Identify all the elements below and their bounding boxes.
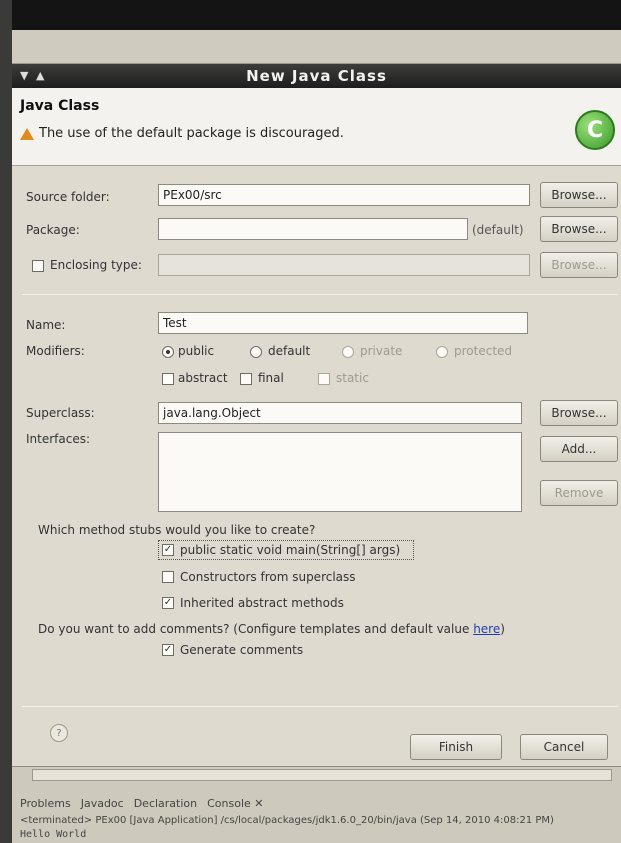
tab-declaration[interactable]: Declaration xyxy=(134,797,197,810)
superclass-input[interactable]: java.lang.Object xyxy=(158,402,522,424)
inherited-methods-label: Inherited abstract methods xyxy=(180,596,344,610)
inherited-methods-checkbox[interactable]: ✓ xyxy=(162,597,174,609)
warning-icon xyxy=(20,127,34,140)
comments-question-tail: ) xyxy=(500,622,505,636)
cancel-button[interactable]: Cancel xyxy=(520,734,608,760)
package-input[interactable] xyxy=(158,218,468,240)
enclosing-type-checkbox[interactable] xyxy=(32,260,44,272)
abstract-checkbox[interactable] xyxy=(162,373,174,385)
interfaces-add-button[interactable]: Add... xyxy=(540,436,618,462)
console-output: Hello World xyxy=(20,829,87,840)
warning-message: The use of the default package is discou… xyxy=(20,126,344,141)
modifier-private-label: private xyxy=(360,344,403,358)
banner-title: Java Class xyxy=(20,98,100,114)
top-bezel xyxy=(0,0,621,30)
static-label: static xyxy=(336,371,369,385)
enclosing-type-input[interactable] xyxy=(158,254,530,276)
interfaces-label: Interfaces: xyxy=(26,432,91,446)
console-header: <terminated> PEx00 [Java Application] /c… xyxy=(20,815,554,826)
superclass-label: Superclass: xyxy=(26,406,95,420)
dialog-title: New Java Class xyxy=(246,67,387,85)
modifier-default-radio[interactable] xyxy=(250,346,262,358)
generate-comments-label: Generate comments xyxy=(180,643,304,657)
configure-templates-link[interactable]: here xyxy=(473,622,500,636)
comments-question: Do you want to add comments? (Configure … xyxy=(38,622,505,636)
warning-text: The use of the default package is discou… xyxy=(39,126,344,141)
horizontal-scrollbar[interactable] xyxy=(32,769,612,781)
main-method-checkbox[interactable]: ✓ xyxy=(162,544,174,556)
modifier-private-radio[interactable] xyxy=(342,346,354,358)
name-label: Name: xyxy=(26,318,66,332)
separator xyxy=(22,294,618,295)
comments-question-text: Do you want to add comments? (Configure … xyxy=(38,622,474,636)
dialog-banner: Java Class The use of the default packag… xyxy=(12,88,621,166)
final-label: final xyxy=(258,371,284,385)
package-browse-button[interactable]: Browse... xyxy=(540,216,618,242)
constructors-checkbox[interactable] xyxy=(162,571,174,583)
superclass-browse-button[interactable]: Browse... xyxy=(540,400,618,426)
interfaces-list[interactable] xyxy=(158,432,522,512)
view-tabs: Problems Javadoc Declaration Console ✕ xyxy=(20,797,264,810)
generate-comments-checkbox[interactable]: ✓ xyxy=(162,644,174,656)
abstract-label: abstract xyxy=(178,371,228,385)
modifier-default-label: default xyxy=(268,344,311,358)
footer-separator xyxy=(22,706,618,707)
modifier-protected-label: protected xyxy=(454,344,513,358)
modifier-public-radio[interactable] xyxy=(162,346,174,358)
finish-button[interactable]: Finish xyxy=(410,734,502,760)
eclipse-bottom-panel: Problems Javadoc Declaration Console ✕ <… xyxy=(12,766,621,843)
help-icon[interactable]: ? xyxy=(50,724,68,742)
interfaces-remove-button[interactable]: Remove xyxy=(540,480,618,506)
source-folder-browse-button[interactable]: Browse... xyxy=(540,182,618,208)
main-method-label: public static void main(String[] args) xyxy=(180,543,401,557)
tab-console[interactable]: Console ✕ xyxy=(207,797,263,810)
java-class-logo-icon: C xyxy=(575,110,615,150)
dialog-titlebar[interactable]: ▼ ▲ New Java Class xyxy=(12,64,621,88)
final-checkbox[interactable] xyxy=(240,373,252,385)
name-input[interactable]: Test xyxy=(158,312,528,334)
method-stubs-question: Which method stubs would you like to cre… xyxy=(38,523,316,537)
package-default-hint: (default) xyxy=(472,223,524,237)
left-bezel xyxy=(0,0,12,843)
modifier-public-label: public xyxy=(178,344,215,358)
modifiers-label: Modifiers: xyxy=(26,344,85,358)
tab-problems[interactable]: Problems xyxy=(20,797,71,810)
constructors-label: Constructors from superclass xyxy=(180,570,356,584)
eclipse-toolbar xyxy=(12,30,621,64)
tab-javadoc[interactable]: Javadoc xyxy=(81,797,124,810)
source-folder-label: Source folder: xyxy=(26,190,110,204)
enclosing-type-browse-button[interactable]: Browse... xyxy=(540,252,618,278)
static-checkbox[interactable] xyxy=(318,373,330,385)
package-label: Package: xyxy=(26,223,80,237)
dialog-form: Source folder: PEx00/src Browse... Packa… xyxy=(12,166,621,766)
modifier-protected-radio[interactable] xyxy=(436,346,448,358)
source-folder-input[interactable]: PEx00/src xyxy=(158,184,530,206)
enclosing-type-label: Enclosing type: xyxy=(50,258,142,272)
